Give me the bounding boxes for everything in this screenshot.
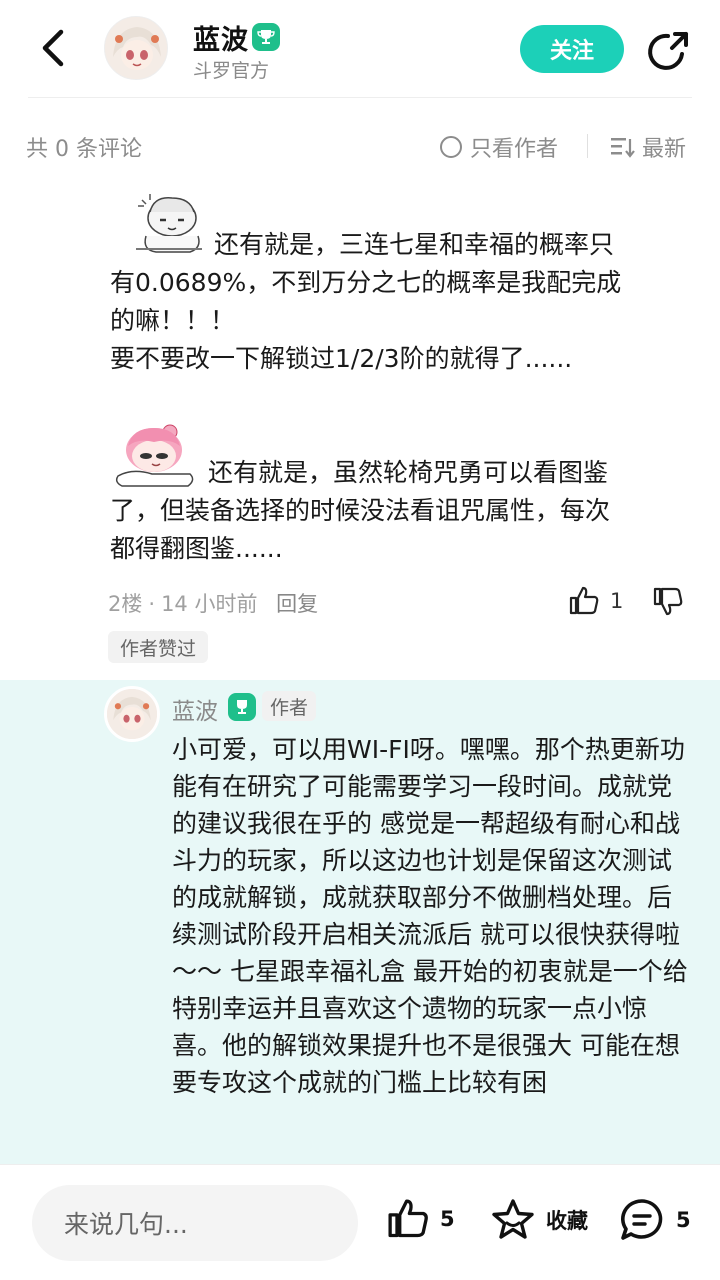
meta-dot: · <box>148 592 156 616</box>
trophy-icon <box>252 23 280 51</box>
comment-line: 要不要改一下解锁过1/2/3阶的就得了...... <box>110 344 573 373</box>
reply-avatar[interactable] <box>104 686 160 742</box>
time-label: 14 小时前 <box>161 592 258 616</box>
comment-count-bottom: 5 <box>676 1208 691 1232</box>
share-button[interactable] <box>644 28 692 76</box>
post-header: 蓝波 斗罗官方 关注 <box>0 0 720 98</box>
share-icon <box>648 32 688 70</box>
radio-icon <box>440 136 462 158</box>
bottom-action-bar: 来说几句... 5 收藏 5 <box>0 1164 720 1280</box>
thumbs-up-icon <box>569 586 599 615</box>
comment-line: 的嘛！！！ <box>110 306 236 335</box>
comment-count: 共 0 条评论 <box>26 137 142 162</box>
comment-paragraph: 还有就是，虽然轮椅咒勇可以看图鉴 了，但装备选择的时候没法看诅咒属性，每次 都得… <box>110 454 680 568</box>
only-author-toggle[interactable]: 只看作者 <box>440 131 558 163</box>
post-like-button[interactable]: 5 <box>386 1197 455 1241</box>
thumbs-down-icon <box>653 587 683 616</box>
reply-button[interactable]: 回复 <box>276 592 318 616</box>
comments-button[interactable]: 5 <box>618 1197 691 1243</box>
chevron-left-icon <box>42 29 64 67</box>
reply-text: 小可爱，可以用WI-FI呀。嘿嘿。那个热更新功能有在研究了可能需要学习一段时间。… <box>172 735 688 1097</box>
reply-author-name[interactable]: 蓝波 <box>172 692 218 726</box>
star-icon <box>492 1199 534 1239</box>
sort-icon <box>611 138 635 158</box>
comment-dislike-button[interactable] <box>652 585 684 621</box>
trophy-icon <box>228 693 256 721</box>
author-liked-badge: 作者赞过 <box>108 631 209 663</box>
comment-line: 了，但装备选择的时候没法看诅咒属性，每次 <box>110 496 611 525</box>
comment-paragraph: 还有就是，三连七星和幸福的概率只 有0.0689%，不到万分之七的概率是我配完成… <box>110 226 680 378</box>
comment-like-button[interactable]: 1 <box>568 585 623 617</box>
comment-line: 都得翻图鉴...... <box>110 534 283 563</box>
only-author-label: 只看作者 <box>470 137 559 162</box>
favorite-button[interactable]: 收藏 <box>490 1197 588 1243</box>
post-like-count: 5 <box>440 1207 455 1231</box>
header-divider <box>28 97 692 98</box>
comment-line: 还有就是，三连七星和幸福的概率只 <box>214 230 615 259</box>
toolbar-divider <box>587 134 588 158</box>
comment-line: 有0.0689%，不到万分之七的概率是我配完成 <box>110 268 622 297</box>
author-subtitle: 斗罗官方 <box>193 60 270 82</box>
floor-label: 2楼 <box>108 592 143 616</box>
like-count: 1 <box>610 589 624 613</box>
comment-bubble-icon <box>621 1199 663 1240</box>
sort-button[interactable]: 最新 <box>610 131 686 163</box>
thumbs-up-icon <box>388 1199 428 1238</box>
comment-meta: 2楼 · 14 小时前 回复 <box>108 588 324 618</box>
comment-input[interactable]: 来说几句... <box>32 1185 358 1261</box>
author-tag: 作者 <box>262 691 317 721</box>
comment-line: 还有就是，虽然轮椅咒勇可以看图鉴 <box>208 458 609 487</box>
author-name[interactable]: 蓝波 <box>193 18 249 57</box>
follow-button[interactable]: 关注 <box>520 25 624 73</box>
favorite-label: 收藏 <box>546 1209 588 1233</box>
author-avatar[interactable] <box>104 16 168 80</box>
back-button[interactable] <box>30 26 74 70</box>
sort-label: 最新 <box>642 137 687 162</box>
